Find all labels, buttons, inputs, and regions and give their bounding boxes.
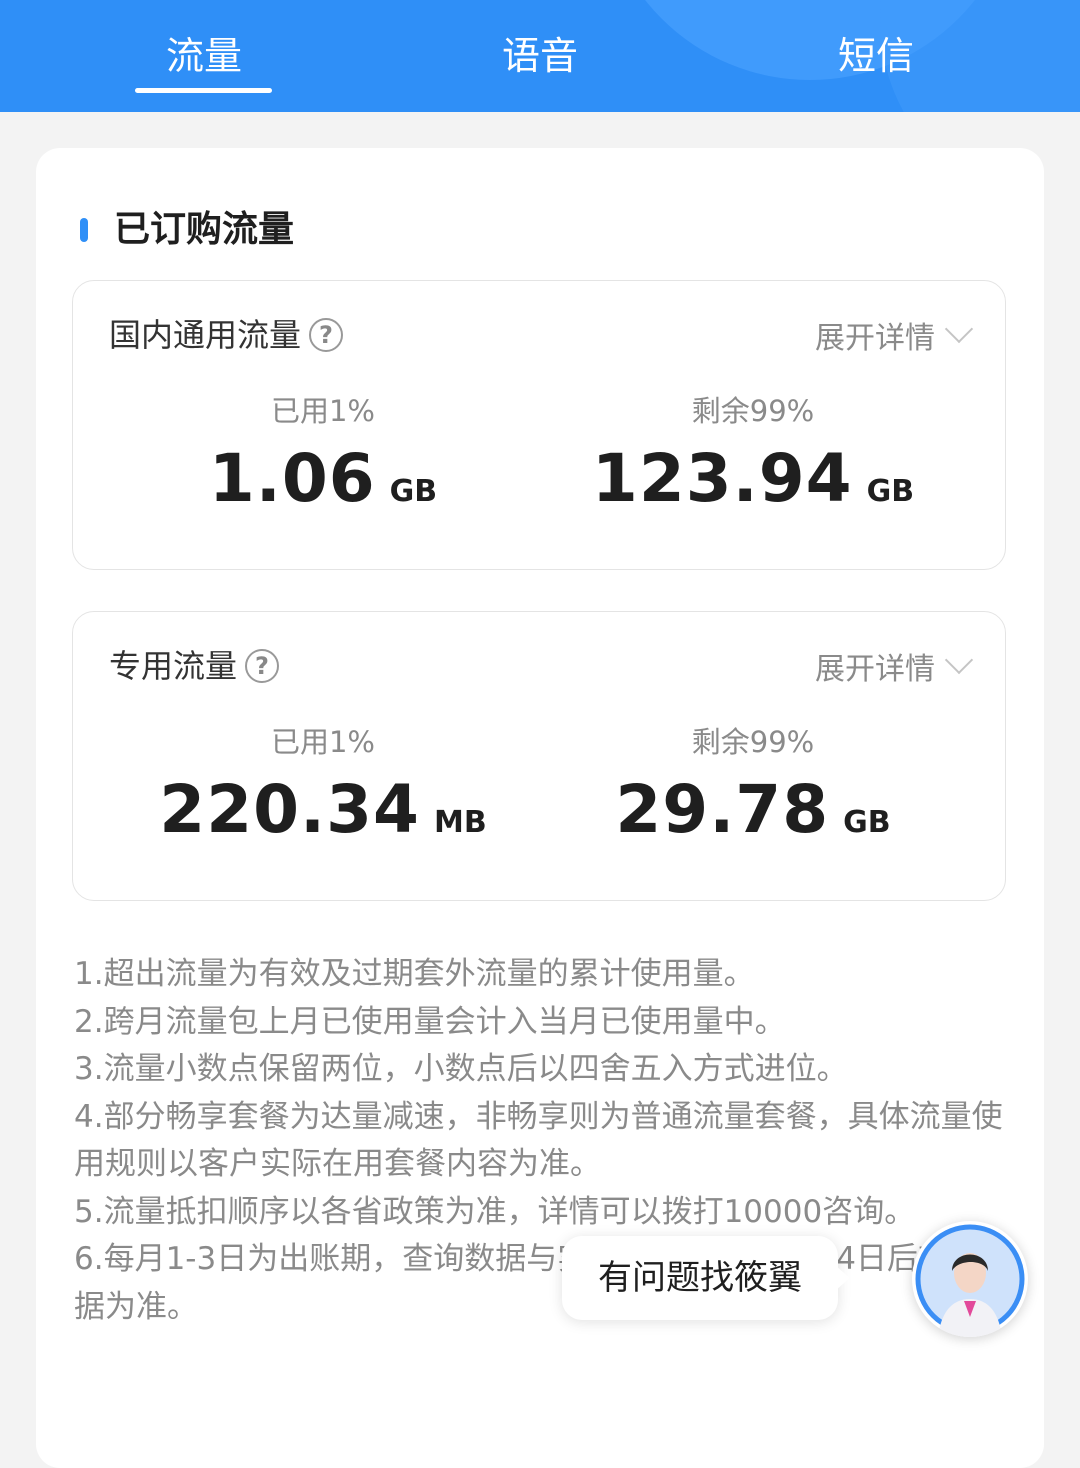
assistant-avatar-icon	[915, 1224, 1025, 1337]
assistant-bubble[interactable]: 有问题找筱翼	[562, 1236, 850, 1320]
used-column: 已用1% 1.06 GB	[113, 391, 533, 534]
note-item: 2.跨月流量包上月已使用量会计入当月已使用量中。	[74, 1003, 786, 1040]
used-value: 1.06	[208, 440, 376, 517]
tab-data[interactable]: 流量	[104, 28, 304, 84]
assistant-avatar[interactable]	[912, 1221, 1028, 1337]
box-title: 专用流量	[109, 647, 238, 685]
usage-notes: 1.超出流量为有效及过期套外流量的累计使用量。 2.跨月流量包上月已使用量会计入…	[74, 951, 1014, 1331]
section-accent-bar	[80, 218, 88, 242]
box-header: 国内通用流量 ?	[109, 313, 344, 357]
note-item: 1.超出流量为有效及过期套外流量的累计使用量。	[74, 956, 755, 992]
note-item: 4.部分畅享套餐为达量减速，非畅享则为普通流量套餐，具体流量使用规则以客户实际在…	[74, 1098, 1003, 1183]
used-column: 已用1% 220.34 MB	[113, 722, 533, 865]
section-title: 已订购流量	[114, 209, 295, 250]
remaining-column: 剩余99% 29.78 GB	[543, 722, 963, 865]
expand-details-button[interactable]: 展开详情	[815, 644, 974, 688]
help-icon[interactable]: ?	[309, 318, 344, 352]
used-value: 220.34	[159, 771, 420, 848]
note-item: 6.每月1-3日为出账期，查询数据与实际或有偏差，请以4日后查询数据为准。	[74, 1241, 1011, 1325]
chevron-down-icon	[944, 645, 974, 675]
remaining-value: 29.78	[615, 771, 830, 848]
remaining-amount: 29.78 GB	[543, 772, 963, 865]
remaining-column: 剩余99% 123.94 GB	[543, 391, 963, 534]
used-unit: MB	[433, 805, 487, 840]
used-amount: 220.34 MB	[113, 772, 533, 865]
remaining-unit: GB	[866, 474, 915, 509]
used-amount: 1.06 GB	[113, 441, 533, 534]
remaining-label: 剩余99%	[691, 725, 815, 759]
tab-voice[interactable]: 语音	[440, 28, 640, 84]
remaining-amount: 123.94 GB	[543, 441, 963, 534]
remaining-unit: GB	[843, 805, 891, 840]
remaining-label: 剩余99%	[691, 394, 815, 428]
box-title: 国内通用流量	[109, 316, 302, 354]
active-tab-indicator	[135, 88, 272, 93]
used-label: 已用1%	[270, 394, 375, 428]
expand-details-label: 展开详情	[815, 652, 935, 687]
subscribed-data-card: 已订购流量 国内通用流量 ? 展开详情 已用1% 1.06 GB 剩余99% 12…	[36, 148, 1044, 1468]
domestic-data-box: 国内通用流量 ? 展开详情 已用1% 1.06 GB 剩余99% 123.94 GB	[72, 280, 1006, 570]
expand-details-button[interactable]: 展开详情	[815, 313, 974, 357]
remaining-value: 123.94	[591, 440, 853, 517]
note-item: 3.流量小数点保留两位，小数点后以四舍五入方式进位。	[74, 1051, 848, 1087]
used-unit: GB	[389, 474, 438, 509]
used-label: 已用1%	[270, 725, 375, 759]
box-header: 专用流量 ?	[109, 644, 280, 688]
note-item: 5.流量抵扣顺序以各省政策为准，详情可以拨打10000咨询。	[74, 1193, 916, 1230]
tab-sms[interactable]: 短信	[776, 28, 976, 84]
dedicated-data-box: 专用流量 ? 展开详情 已用1% 220.34 MB 剩余99% 29.78 GB	[72, 611, 1006, 901]
expand-details-label: 展开详情	[815, 321, 935, 356]
top-tab-bar: 流量 语音 短信	[0, 0, 1080, 112]
help-icon[interactable]: ?	[245, 649, 280, 683]
chevron-down-icon	[944, 314, 974, 344]
